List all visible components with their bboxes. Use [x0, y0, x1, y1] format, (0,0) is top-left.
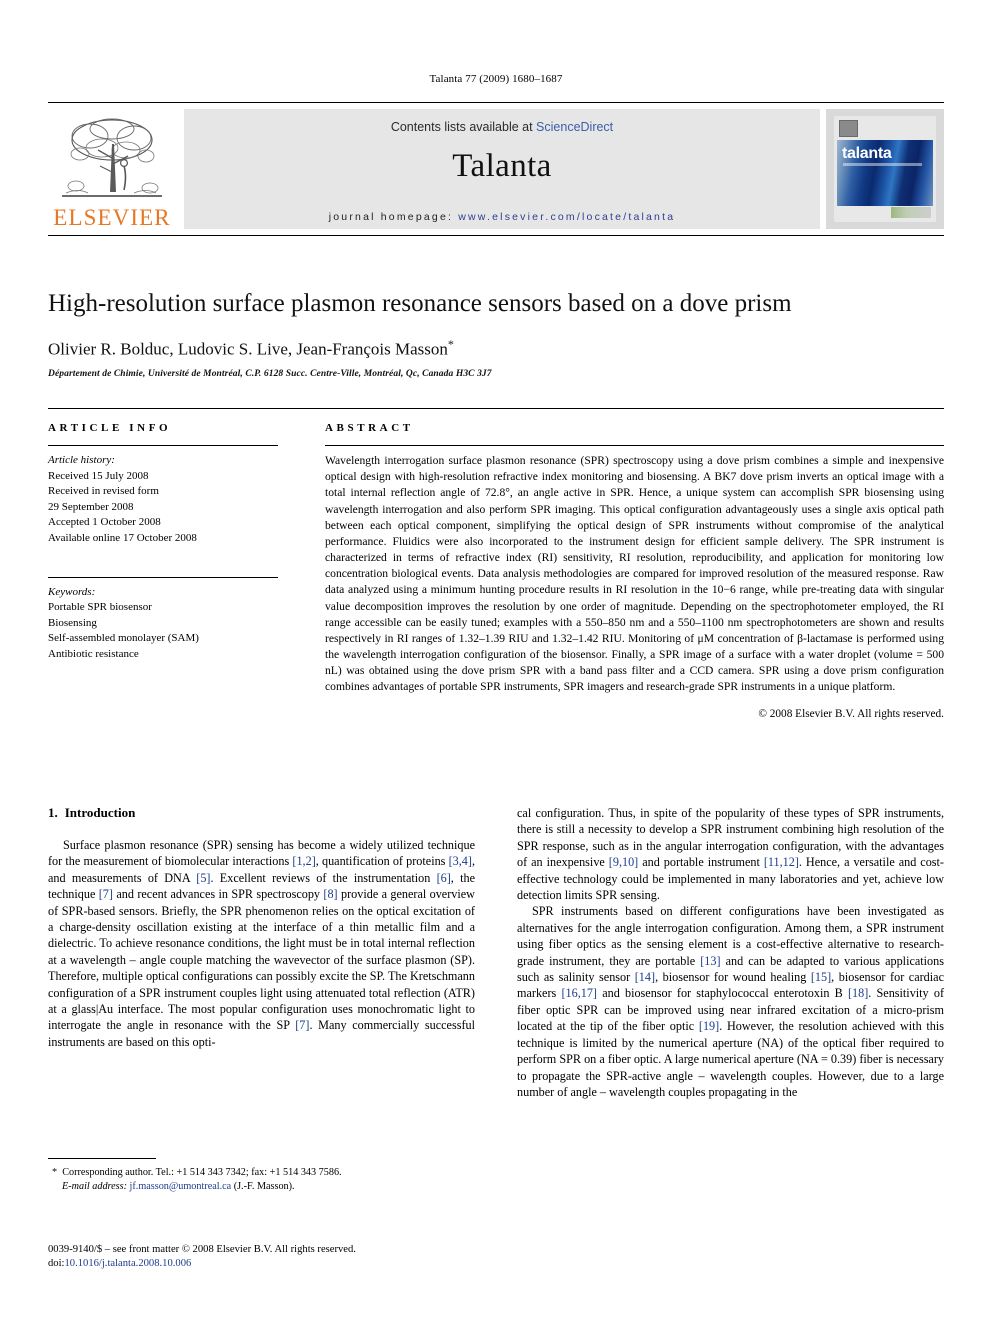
section-number: 1. — [48, 805, 58, 820]
footnote-email-line: E-mail address: jf.masson@umontreal.ca (… — [48, 1180, 475, 1194]
journal-cover-thumbnail: talanta — [826, 109, 944, 229]
doi-label: doi: — [48, 1258, 65, 1270]
history-line: 29 September 2008 — [48, 500, 134, 513]
keyword-item: Self-assembled monolayer (SAM) — [48, 632, 199, 645]
article-info-column: ARTICLE INFO Article history: Received 1… — [48, 422, 278, 720]
keywords-label: Keywords: — [48, 585, 96, 598]
journal-band: Contents lists available at ScienceDirec… — [184, 109, 820, 229]
article-body: 1. Introduction Surface plasmon resonance… — [48, 805, 944, 1100]
article-history-label: Article history: — [48, 454, 115, 466]
text-run: . Excellent reviews of the instrumentati… — [210, 870, 437, 885]
abstract-column: ABSTRACT Wavelength interrogation surfac… — [325, 422, 944, 720]
citation-link[interactable]: [7] — [295, 1018, 309, 1032]
citation-link[interactable]: [8] — [323, 887, 337, 901]
cover-journal-title: talanta — [842, 145, 892, 162]
section-heading-introduction: 1. Introduction — [48, 805, 475, 821]
citation-link[interactable]: [5] — [196, 871, 210, 885]
page-footer: 0039-9140/$ – see front matter © 2008 El… — [48, 1243, 548, 1272]
citation-link[interactable]: [3,4] — [449, 854, 472, 868]
corresponding-author-footnote: * Corresponding author. Tel.: +1 514 343… — [48, 1158, 475, 1193]
running-head: Talanta 77 (2009) 1680–1687 — [429, 73, 563, 85]
keywords-block: Keywords: Portable SPR biosensor Biosens… — [48, 585, 278, 663]
text-run: and biosensor for staphylococcal enterot… — [597, 986, 848, 1001]
citation-link[interactable]: [14] — [635, 970, 655, 984]
abstract-label: ABSTRACT — [325, 422, 414, 434]
history-line: Received 15 July 2008 — [48, 469, 149, 482]
homepage-url-link[interactable]: www.elsevier.com/locate/talanta — [458, 211, 675, 223]
elsevier-wordmark: ELSEVIER — [53, 205, 171, 230]
citation-link[interactable]: [11,12] — [764, 855, 799, 869]
cover-elsevier-mark-icon — [839, 120, 858, 137]
citation-link[interactable]: [9,10] — [609, 855, 638, 869]
section-title: Introduction — [64, 805, 136, 820]
paragraph: SPR instruments based on different confi… — [517, 903, 944, 1100]
abstract-text: Wavelength interrogation surface plasmon… — [325, 454, 944, 694]
info-abstract-region: ARTICLE INFO Article history: Received 1… — [48, 408, 944, 720]
contents-available-line: Contents lists available at ScienceDirec… — [184, 109, 820, 134]
keyword-item: Biosensing — [48, 616, 97, 629]
keyword-item: Portable SPR biosensor — [48, 601, 152, 614]
article-history: Article history: Received 15 July 2008 R… — [48, 453, 278, 547]
body-column-right: cal configuration. Thus, in spite of the… — [517, 805, 944, 1100]
citation-link[interactable]: [16,17] — [561, 986, 597, 1000]
citation-link[interactable]: [15] — [811, 970, 831, 984]
author-list: Olivier R. Bolduc, Ludovic S. Live, Jean… — [48, 337, 944, 360]
issn-front-matter-line: 0039-9140/$ – see front matter © 2008 El… — [48, 1244, 356, 1255]
footnote-contact-line: * Corresponding author. Tel.: +1 514 343… — [48, 1166, 475, 1180]
email-address-label: E-mail address: — [62, 1180, 127, 1192]
footnote-marker: * — [52, 1167, 58, 1178]
cover-subtitle-bar — [843, 163, 922, 166]
divider — [48, 576, 278, 578]
keyword-item: Antibiotic resistance — [48, 648, 139, 661]
text-run: provide a general overview of SPR-based … — [48, 887, 475, 1033]
cover-inner: talanta — [834, 116, 936, 222]
history-line: Available online 17 October 2008 — [48, 532, 197, 545]
history-line: Accepted 1 October 2008 — [48, 516, 161, 529]
citation-link[interactable]: [7] — [99, 887, 113, 901]
affiliation: Département de Chimie, Université de Mon… — [48, 369, 492, 380]
footnote-divider — [48, 1158, 156, 1159]
divider — [48, 445, 278, 446]
homepage-prefix: journal homepage: — [328, 211, 459, 223]
page-title: High-resolution surface plasmon resonanc… — [48, 290, 792, 317]
text-run: and portable instrument — [638, 855, 764, 870]
history-line: Received in revised form — [48, 485, 159, 498]
paragraph: cal configuration. Thus, in spite of the… — [517, 805, 944, 903]
journal-masthead: ELSEVIER Contents lists available at Sci… — [48, 102, 944, 236]
citation-link[interactable]: [6] — [437, 871, 451, 885]
citation-link[interactable]: [1,2] — [292, 854, 315, 868]
author-names: Olivier R. Bolduc, Ludovic S. Live, Jean… — [48, 339, 448, 359]
citation-link[interactable]: [13] — [700, 954, 720, 968]
elsevier-logo: ELSEVIER — [48, 103, 176, 235]
copyright-line: © 2008 Elsevier B.V. All rights reserved… — [758, 707, 944, 720]
corresponding-author-marker: * — [447, 336, 454, 351]
body-column-left: 1. Introduction Surface plasmon resonance… — [48, 805, 475, 1100]
journal-article-page: Talanta 77 (2009) 1680–1687 ELSEVIER Con… — [0, 0, 992, 1323]
divider — [325, 445, 944, 446]
text-run: and recent advances in SPR spectroscopy — [112, 887, 324, 902]
journal-title: Talanta — [452, 148, 552, 184]
text-run: , biosensor for wound healing — [655, 970, 811, 985]
citation-link[interactable]: [18] — [848, 986, 868, 1000]
cover-footer-mark — [891, 207, 931, 218]
sciencedirect-link[interactable]: ScienceDirect — [536, 120, 613, 134]
doi-line: doi:10.1016/j.talanta.2008.10.006 — [48, 1257, 548, 1271]
doi-link[interactable]: 10.1016/j.talanta.2008.10.006 — [64, 1258, 191, 1269]
text-run: , quantification of proteins — [315, 854, 449, 869]
contents-prefix: Contents lists available at — [390, 120, 537, 134]
elsevier-tree-icon — [62, 118, 162, 197]
email-owner: (J.-F. Masson). — [233, 1180, 295, 1192]
article-info-label: ARTICLE INFO — [48, 422, 172, 434]
journal-homepage-line: journal homepage: www.elsevier.com/locat… — [184, 211, 820, 223]
email-link[interactable]: jf.masson@umontreal.ca — [130, 1181, 232, 1192]
footnote-contact-text: Corresponding author. Tel.: +1 514 343 7… — [62, 1167, 342, 1178]
article-header: High-resolution surface plasmon resonanc… — [48, 290, 944, 379]
citation-link[interactable]: [19] — [699, 1019, 719, 1033]
paragraph: Surface plasmon resonance (SPR) sensing … — [48, 837, 475, 1050]
